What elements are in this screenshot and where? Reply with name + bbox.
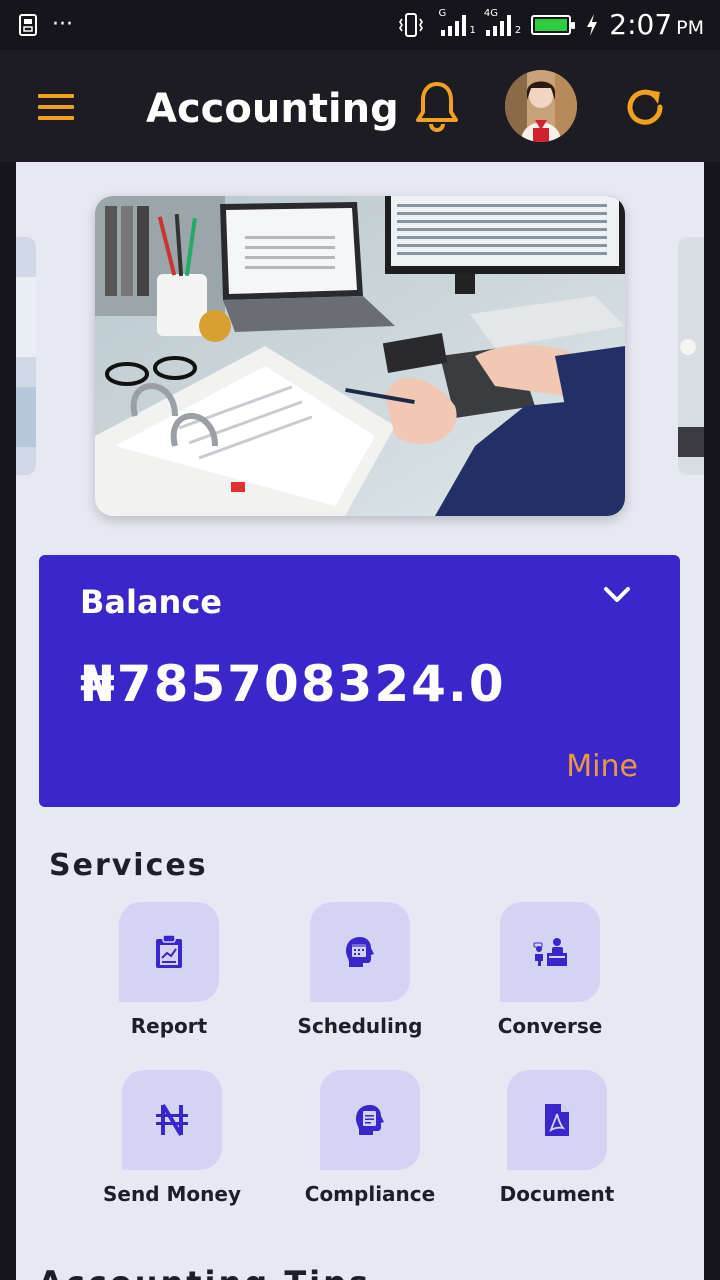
service-converse-label: Converse [497, 1014, 603, 1038]
balance-card: Balance ₦785708324.0 Mine [39, 555, 680, 807]
menu-icon[interactable] [38, 94, 74, 120]
clipboard-report-icon [156, 934, 182, 968]
page-title: Accounting [146, 86, 399, 132]
naira-icon [156, 1103, 188, 1137]
status-left: ··· [18, 12, 73, 37]
service-compliance-label: Compliance [304, 1182, 436, 1206]
battery-icon [531, 14, 576, 35]
carousel-accounting-image[interactable] [95, 196, 625, 516]
services-title: Services [49, 848, 208, 883]
service-scheduling-label: Scheduling [297, 1014, 423, 1038]
head-calendar-icon [346, 937, 374, 967]
head-document-icon [356, 1105, 384, 1135]
clock: 2:07 PM [609, 8, 704, 41]
signal-sim2-icon: 4G 2 [483, 7, 522, 36]
vibrate-icon [398, 12, 423, 37]
balance-amount: ₦785708324.0 [80, 655, 506, 713]
service-document-label: Document [499, 1182, 615, 1206]
service-send-money-tile[interactable] [122, 1070, 222, 1170]
charging-icon [587, 13, 598, 36]
notification-dots: ··· [52, 12, 73, 37]
service-report[interactable]: Report [79, 902, 259, 1038]
accounting-tips-title: Accounting Tips [38, 1264, 371, 1280]
carousel-next-image[interactable] [678, 237, 704, 475]
refresh-icon[interactable] [622, 84, 668, 130]
service-report-tile[interactable] [119, 902, 219, 1002]
usb-icon [19, 13, 37, 36]
avatar[interactable] [505, 70, 577, 142]
desk-conversation-icon [533, 938, 567, 966]
carousel-prev-image[interactable] [16, 237, 36, 475]
chevron-down-icon[interactable] [603, 585, 631, 605]
service-report-label: Report [130, 1014, 208, 1038]
service-scheduling[interactable]: Scheduling [270, 902, 450, 1038]
service-converse-tile[interactable] [500, 902, 600, 1002]
service-document[interactable]: Document [467, 1070, 647, 1206]
signal-sim1-icon: G 1 [438, 7, 476, 36]
service-send-money-label: Send Money [103, 1182, 241, 1206]
main-content: Balance ₦785708324.0 Mine Services Repor… [16, 162, 704, 1280]
balance-owner-link[interactable]: Mine [566, 749, 638, 784]
bell-icon[interactable] [414, 80, 460, 132]
service-document-tile[interactable] [507, 1070, 607, 1170]
service-scheduling-tile[interactable] [310, 902, 410, 1002]
balance-title: Balance [80, 583, 222, 621]
status-bar: ··· G 1 4G 2 2:07 PM [0, 0, 720, 50]
app-bar: Accounting [0, 50, 720, 162]
status-right: G 1 4G 2 2:07 PM [397, 7, 704, 41]
service-converse[interactable]: Converse [460, 902, 640, 1038]
service-send-money[interactable]: Send Money [82, 1070, 262, 1206]
service-compliance[interactable]: Compliance [280, 1070, 460, 1206]
service-compliance-tile[interactable] [320, 1070, 420, 1170]
pdf-file-icon [545, 1104, 569, 1136]
